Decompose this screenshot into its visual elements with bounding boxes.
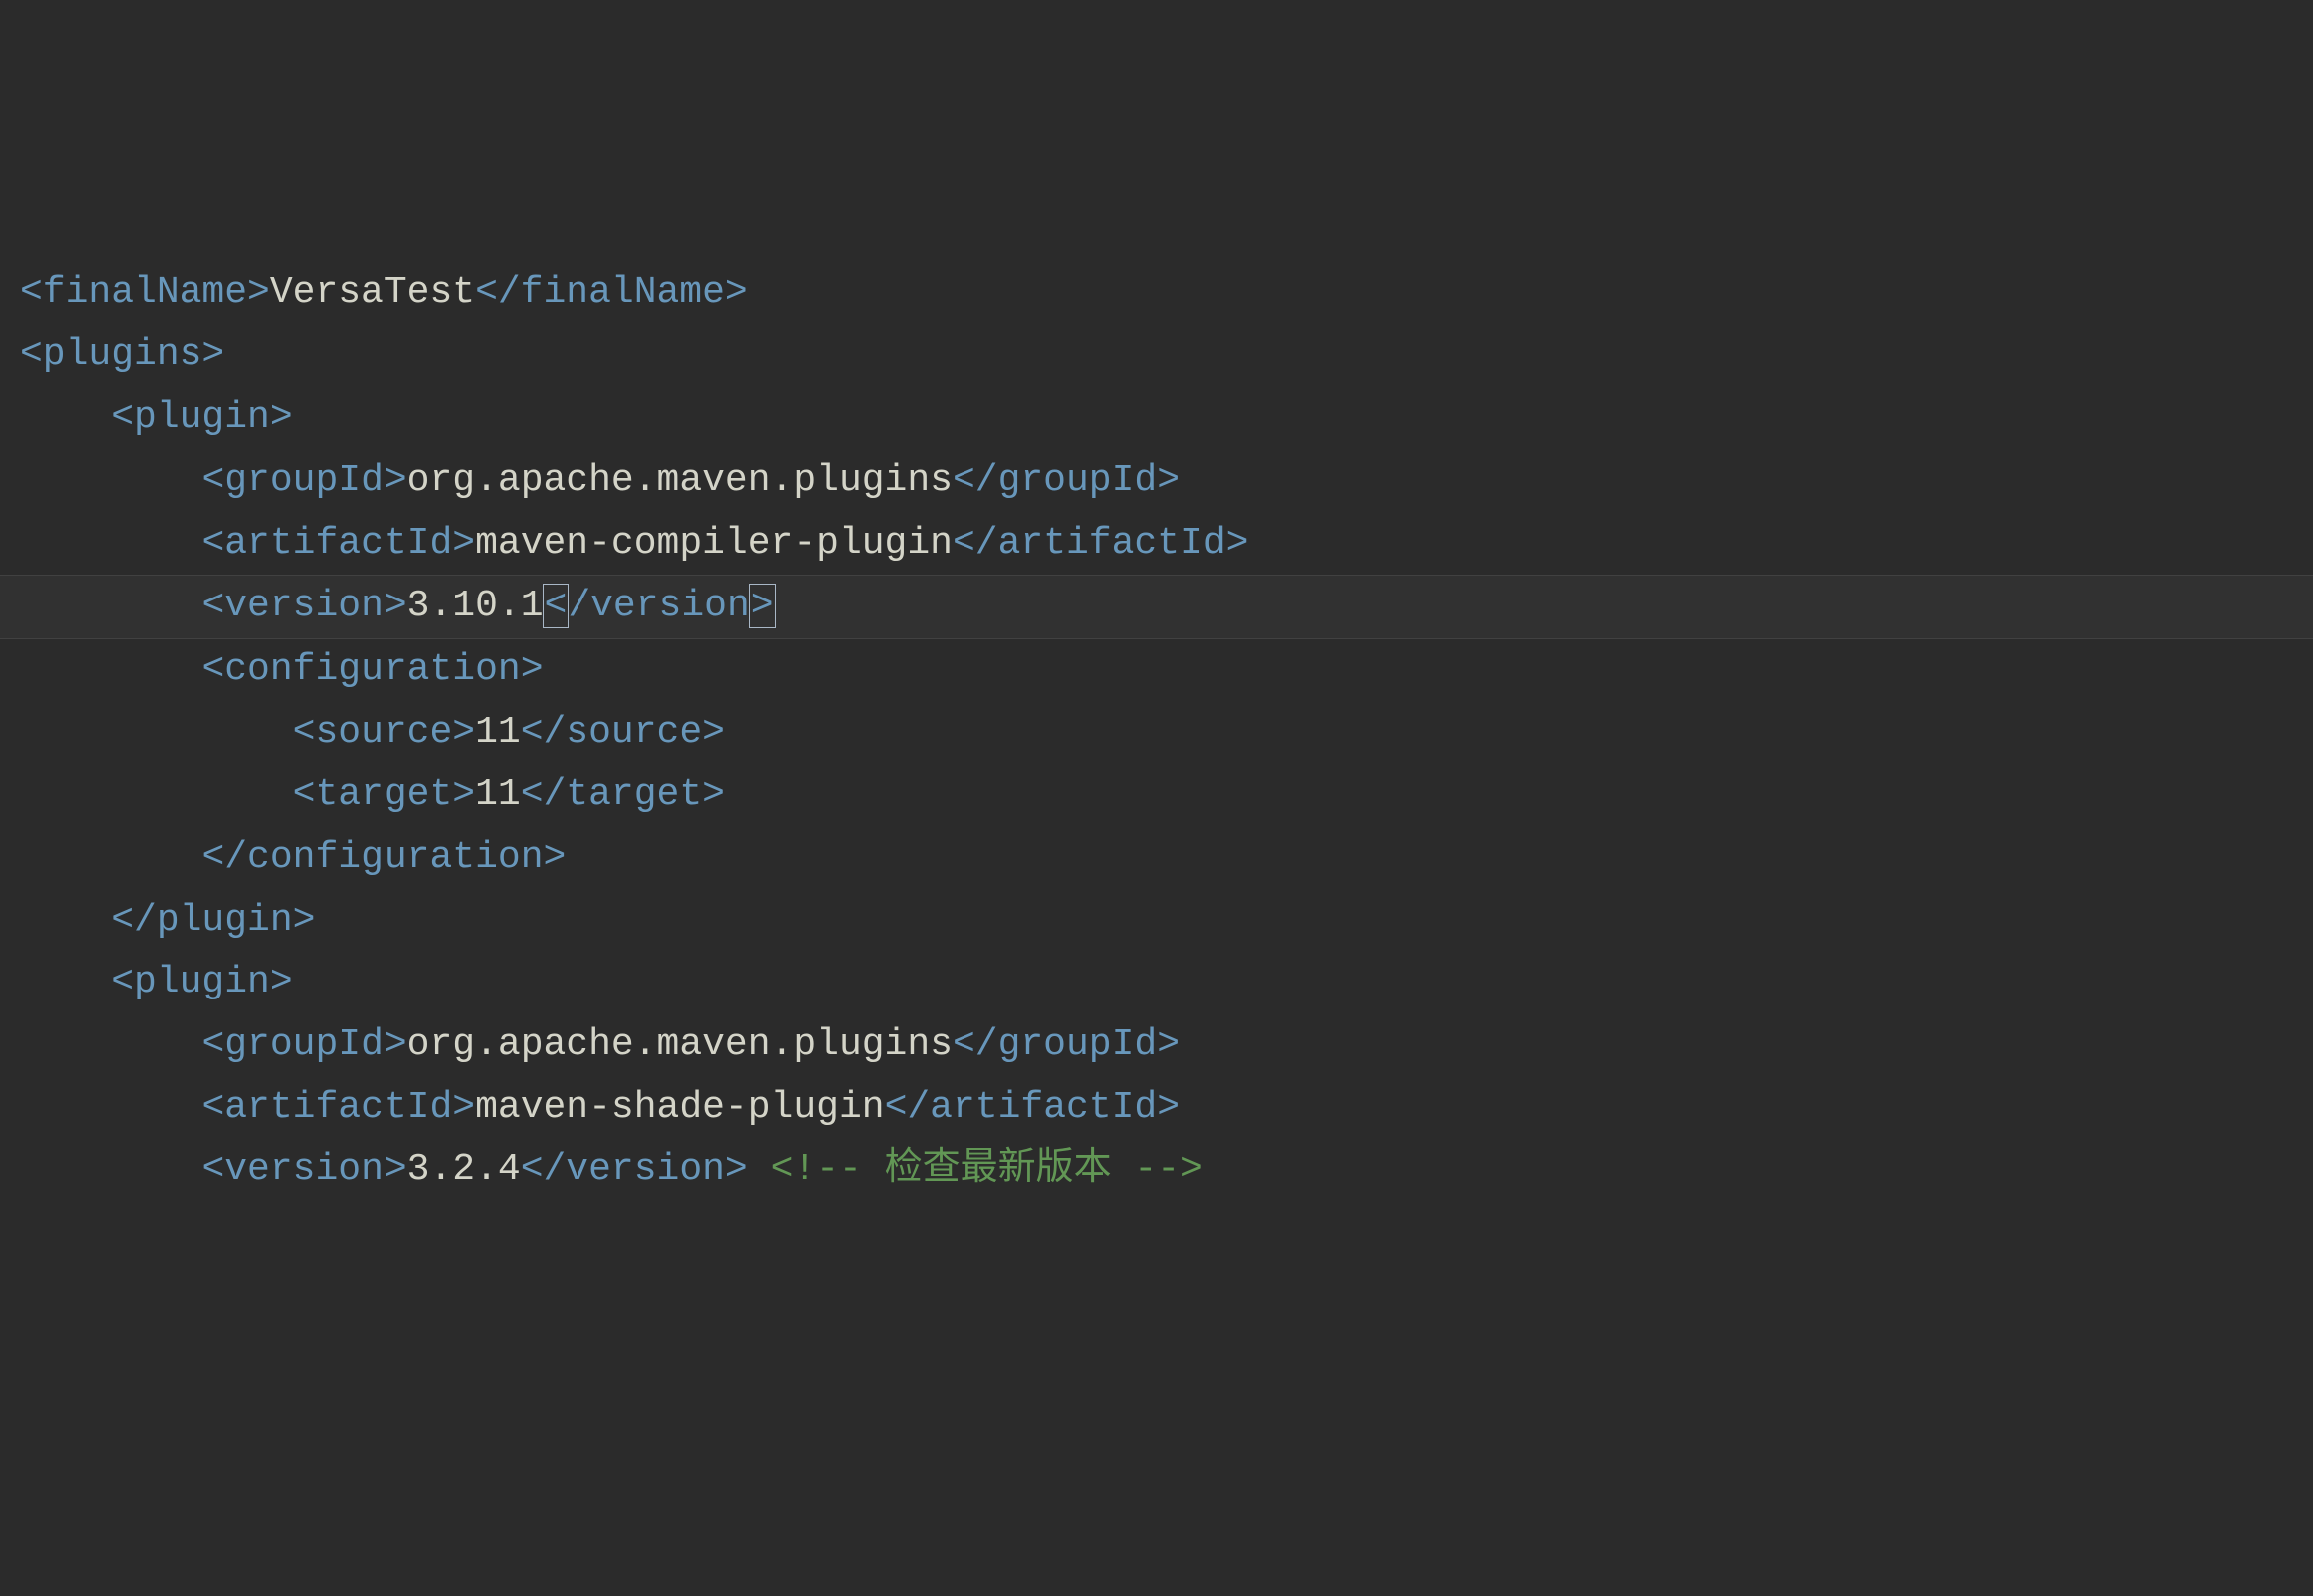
xml-tag-close: </source> [521, 711, 725, 754]
xml-tag-open: <groupId> [201, 459, 406, 502]
xml-text: 11 [475, 773, 521, 816]
xml-tag-close: /version [568, 585, 749, 627]
code-line: </plugin> [20, 890, 2293, 953]
xml-text: org.apache.maven.plugins [407, 459, 953, 502]
code-line-active: <version>3.10.1</version> [0, 575, 2313, 639]
code-line: <plugin> [20, 387, 2293, 450]
code-line: <finalName>VersaTest</finalName> [20, 262, 2293, 325]
code-line: <groupId>org.apache.maven.plugins</group… [20, 1014, 2293, 1077]
xml-tag-open: <artifactId> [201, 522, 475, 565]
xml-tag-close: </configuration> [201, 836, 566, 879]
cursor-bracket: < [543, 584, 570, 628]
xml-text: 3.10.1 [407, 585, 544, 627]
code-line: <artifactId>maven-shade-plugin</artifact… [20, 1077, 2293, 1140]
xml-tag-open: <target> [293, 773, 475, 816]
xml-tag-close: </groupId> [953, 1023, 1180, 1066]
xml-tag-open: <plugins> [20, 333, 224, 376]
xml-tag-open: <configuration> [201, 648, 543, 691]
xml-tag-open: <source> [293, 711, 475, 754]
xml-text: maven-compiler-plugin [475, 522, 953, 565]
code-line: <plugins> [20, 324, 2293, 387]
code-line: </configuration> [20, 827, 2293, 890]
xml-tag-close: </groupId> [953, 459, 1180, 502]
xml-text: VersaTest [270, 271, 475, 314]
xml-tag-close: </finalName> [475, 271, 748, 314]
code-editor[interactable]: <finalName>VersaTest</finalName> <plugins… [20, 262, 2293, 1202]
xml-tag-open: <version> [201, 585, 406, 627]
xml-text: org.apache.maven.plugins [407, 1023, 953, 1066]
xml-tag-close: </artifactId> [953, 522, 1248, 565]
xml-tag-close: </plugin> [111, 899, 315, 942]
xml-tag-close: </target> [521, 773, 725, 816]
code-line: <plugin> [20, 952, 2293, 1014]
xml-tag-close: </artifactId> [885, 1086, 1180, 1129]
code-line: <source>11</source> [20, 702, 2293, 765]
xml-tag-open: <artifactId> [201, 1086, 475, 1129]
xml-tag-open: <plugin> [111, 396, 292, 439]
code-line: <artifactId>maven-compiler-plugin</artif… [20, 513, 2293, 576]
cursor-bracket: > [749, 584, 776, 628]
xml-text: 11 [475, 711, 521, 754]
xml-tag-close: </version> [521, 1148, 748, 1191]
code-line: <target>11</target> [20, 764, 2293, 827]
xml-tag-open: <version> [201, 1148, 406, 1191]
code-line: <version>3.2.4</version> <!-- 检查最新版本 --> [20, 1139, 2293, 1202]
code-line: <configuration> [20, 639, 2293, 702]
xml-tag-open: <groupId> [201, 1023, 406, 1066]
xml-text: maven-shade-plugin [475, 1086, 884, 1129]
xml-text: 3.2.4 [407, 1148, 521, 1191]
xml-tag-open: <plugin> [111, 961, 292, 1003]
code-line: <groupId>org.apache.maven.plugins</group… [20, 450, 2293, 513]
xml-tag-open: <finalName> [20, 271, 270, 314]
xml-comment: <!-- 检查最新版本 --> [771, 1148, 1203, 1191]
